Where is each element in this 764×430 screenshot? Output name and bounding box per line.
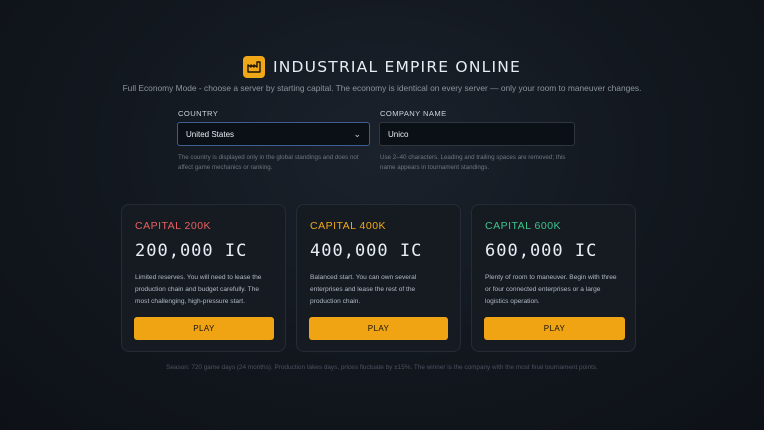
server-name: CAPITAL 400K bbox=[310, 220, 387, 232]
server-capital: 200,000 IC bbox=[135, 241, 248, 261]
chevron-down-icon: ⌄ bbox=[353, 128, 361, 139]
server-description: Plenty of room to maneuver. Begin with t… bbox=[485, 274, 617, 305]
company-name-hint: Use 2–40 characters. Leading and trailin… bbox=[380, 154, 566, 171]
play-button-400k[interactable]: PLAY bbox=[309, 317, 448, 340]
server-card-400k: CAPITAL 400K 400,000 IC Balanced start. … bbox=[296, 204, 461, 352]
server-description: Balanced start. You can own several ente… bbox=[310, 274, 417, 305]
server-description: Limited reserves. You will need to lease… bbox=[135, 274, 262, 305]
country-value: United States bbox=[186, 129, 235, 139]
country-label: COUNTRY bbox=[178, 109, 219, 118]
play-button-600k[interactable]: PLAY bbox=[484, 317, 625, 340]
company-name-value: Unico bbox=[388, 129, 409, 139]
country-select[interactable]: United States ⌄ bbox=[177, 122, 370, 146]
server-name: CAPITAL 200K bbox=[135, 220, 212, 232]
country-hint: The country is displayed only in the glo… bbox=[178, 154, 359, 171]
header: INDUSTRIAL EMPIRE ONLINE bbox=[0, 56, 764, 78]
server-card-200k: CAPITAL 200K 200,000 IC Limited reserves… bbox=[121, 204, 286, 352]
server-capital: 600,000 IC bbox=[485, 241, 598, 261]
server-card-600k: CAPITAL 600K 600,000 IC Plenty of room t… bbox=[471, 204, 636, 352]
server-name: CAPITAL 600K bbox=[485, 220, 562, 232]
company-name-input[interactable]: Unico bbox=[379, 122, 575, 146]
page-title: INDUSTRIAL EMPIRE ONLINE bbox=[272, 58, 522, 76]
season-info: Season: 720 game days (24 months). Produ… bbox=[166, 364, 598, 371]
factory-icon bbox=[242, 56, 265, 78]
server-capital: 400,000 IC bbox=[310, 241, 423, 261]
page-subtitle: Full Economy Mode - choose a server by s… bbox=[122, 83, 642, 93]
company-name-label: COMPANY NAME bbox=[380, 109, 447, 118]
play-button-200k[interactable]: PLAY bbox=[134, 317, 274, 340]
